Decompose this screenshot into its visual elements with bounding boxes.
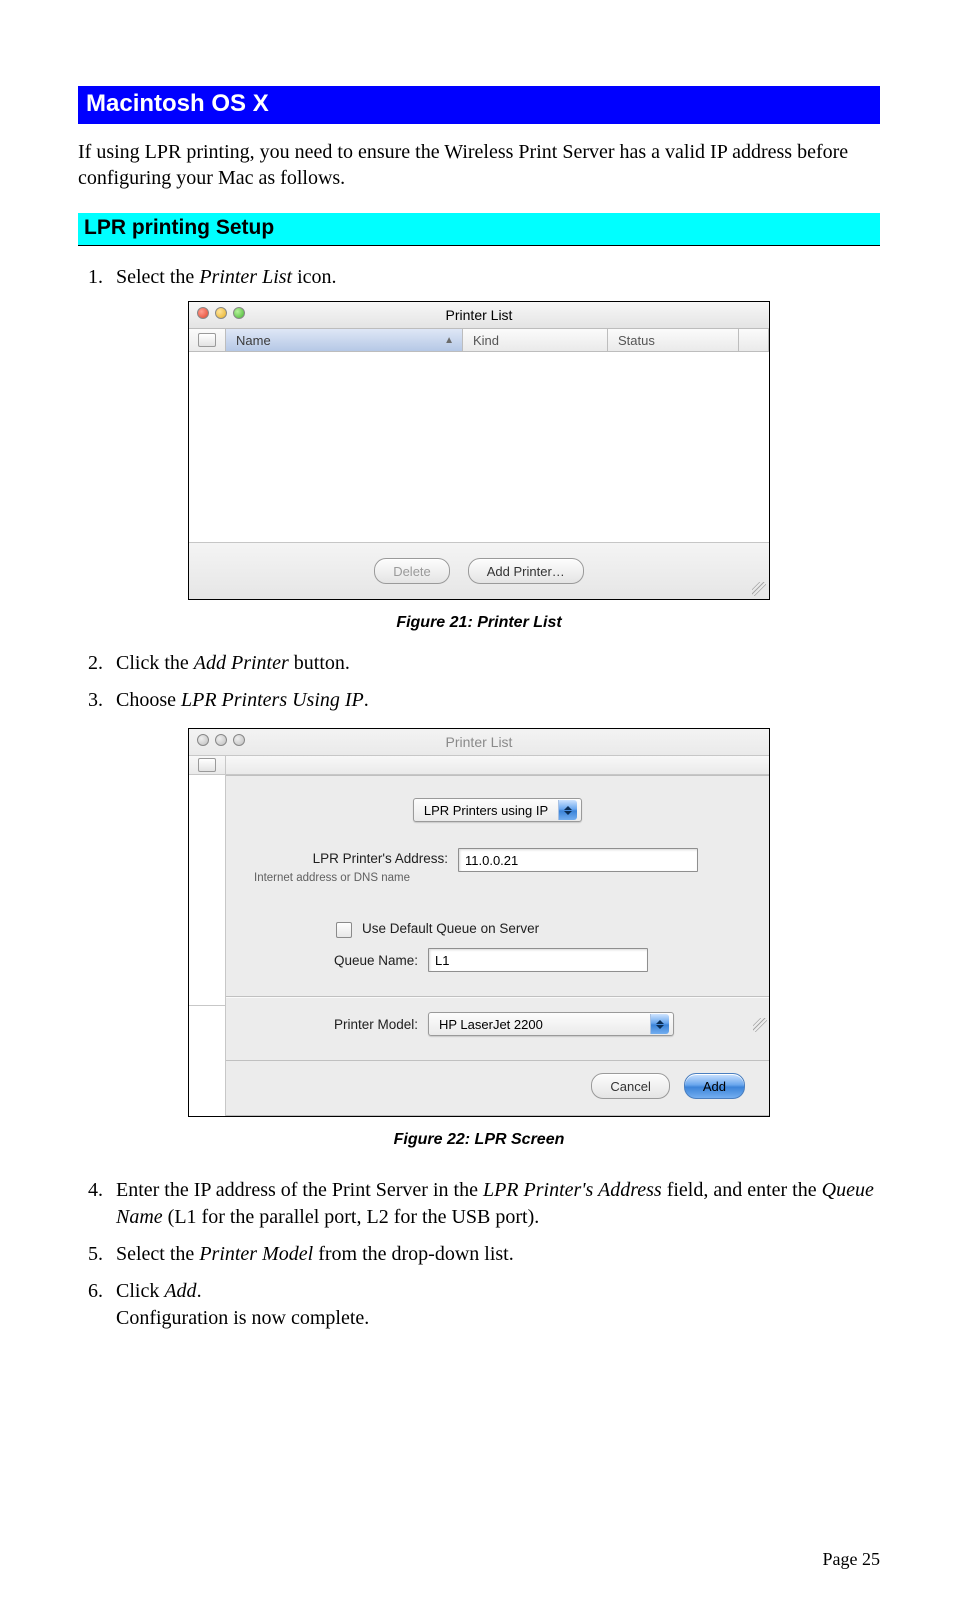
step1-pre: Select the [116,266,199,288]
inactive-column-header [189,756,769,775]
figure-21-window: Printer List Name ▲ Kind Status Delete A… [188,301,770,600]
step5-a: Select the [116,1243,199,1265]
resize-grip-icon[interactable] [752,582,766,596]
intro-paragraph: If using LPR printing, you need to ensur… [78,140,880,191]
printer-model-value: HP LaserJet 2200 [439,1017,543,1032]
step-4: Enter the IP address of the Print Server… [108,1177,880,1231]
resize-grip-icon[interactable] [753,1018,767,1032]
protocol-popup[interactable]: LPR Printers using IP [413,798,582,822]
window-traffic-lights [197,307,245,319]
close-icon[interactable] [197,307,209,319]
step-3: Choose LPR Printers Using IP. [108,687,880,714]
step2-post: button. [289,652,350,674]
figure-22-window: Printer List LPR Printers using IP [188,728,770,1117]
step-2: Click the Add Printer button. [108,650,880,677]
delete-button[interactable]: Delete [374,558,450,584]
default-queue-label: Use Default Queue on Server [362,921,539,936]
steps-list-b: Click the Add Printer button. Choose LPR… [78,650,880,714]
section-heading: Macintosh OS X [78,86,880,124]
sort-indicator-icon: ▲ [444,335,454,346]
zoom-icon[interactable] [233,734,245,746]
column-header-extra [739,329,769,351]
window-titlebar-inactive: Printer List [189,729,769,756]
step2-pre: Click the [116,652,194,674]
window-footer: Delete Add Printer… [189,542,769,599]
default-queue-checkbox[interactable] [336,922,352,938]
step6-a: Click [116,1280,164,1302]
step6-em: Add [164,1280,196,1302]
header-rest [226,756,769,774]
popup-arrows-icon [558,800,577,820]
col-name-label: Name [236,333,271,348]
step4-em1: LPR Printer's Address [483,1179,662,1201]
step6-c: Configuration is now complete. [116,1307,369,1329]
step-1: Select the Printer List icon. [108,264,880,291]
step4-b: field, and enter the [662,1179,822,1201]
address-hint: Internet address or DNS name [254,872,448,884]
minimize-icon[interactable] [215,734,227,746]
add-printer-sheet: LPR Printers using IP LPR Printer's Addr… [226,775,769,1116]
address-input[interactable]: 11.0.0.21 [458,848,698,872]
step3-post: . [364,689,369,711]
step3-pre: Choose [116,689,181,711]
printer-model-popup[interactable]: HP LaserJet 2200 [428,1012,674,1036]
step4-c: (L1 for the parallel port, L2 for the US… [163,1206,540,1228]
sheet-body: LPR Printers using IP LPR Printer's Addr… [189,775,769,1116]
sheet-footer: Cancel Add [226,1060,769,1115]
step4-a: Enter the IP address of the Print Server… [116,1179,483,1201]
column-header-kind[interactable]: Kind [463,329,608,351]
window-title: Printer List [446,307,513,323]
step2-em: Add Printer [194,652,289,674]
step-6: Click Add. Configuration is now complete… [108,1278,880,1332]
figure-21-caption: Figure 21: Printer List [78,614,880,632]
cancel-button[interactable]: Cancel [591,1073,669,1099]
window-traffic-lights-inactive [197,734,245,746]
column-header-icon [189,329,226,351]
printer-list-body [189,352,769,542]
minimize-icon[interactable] [215,307,227,319]
window-title: Printer List [446,734,513,750]
step1-post: icon. [292,266,336,288]
printer-model-label: Printer Model: [298,1017,418,1032]
steps-list-c: Enter the IP address of the Print Server… [78,1177,880,1332]
page-number: Page 25 [823,1549,881,1570]
subsection-heading: LPR printing Setup [78,213,880,246]
window-titlebar: Printer List [189,302,769,329]
column-header-status[interactable]: Status [608,329,739,351]
step1-em: Printer List [199,266,292,288]
add-button[interactable]: Add [684,1073,745,1099]
column-header-row: Name ▲ Kind Status [189,329,769,352]
queue-name-label: Queue Name: [298,953,418,968]
column-header-name[interactable]: Name ▲ [226,329,463,351]
step-5: Select the Printer Model from the drop-d… [108,1241,880,1268]
address-label: LPR Printer's Address: [254,851,448,866]
queue-name-input[interactable]: L1 [428,948,648,972]
step5-b: from the drop-down list. [313,1243,514,1265]
add-printer-button[interactable]: Add Printer… [468,558,584,584]
close-icon[interactable] [197,734,209,746]
default-column-icon [189,756,226,774]
zoom-icon[interactable] [233,307,245,319]
address-value: 11.0.0.21 [465,853,518,868]
default-column-icon [198,333,216,347]
list-side-strip [189,775,226,1116]
popup-arrows-icon [650,1014,669,1034]
figure-22-caption: Figure 22: LPR Screen [78,1131,880,1149]
step5-em: Printer Model [199,1243,313,1265]
protocol-popup-label: LPR Printers using IP [424,803,548,818]
steps-list-a: Select the Printer List icon. [78,264,880,291]
step6-b: . [197,1280,202,1302]
queue-name-value: L1 [435,953,449,968]
step3-em: LPR Printers Using IP [181,689,364,711]
